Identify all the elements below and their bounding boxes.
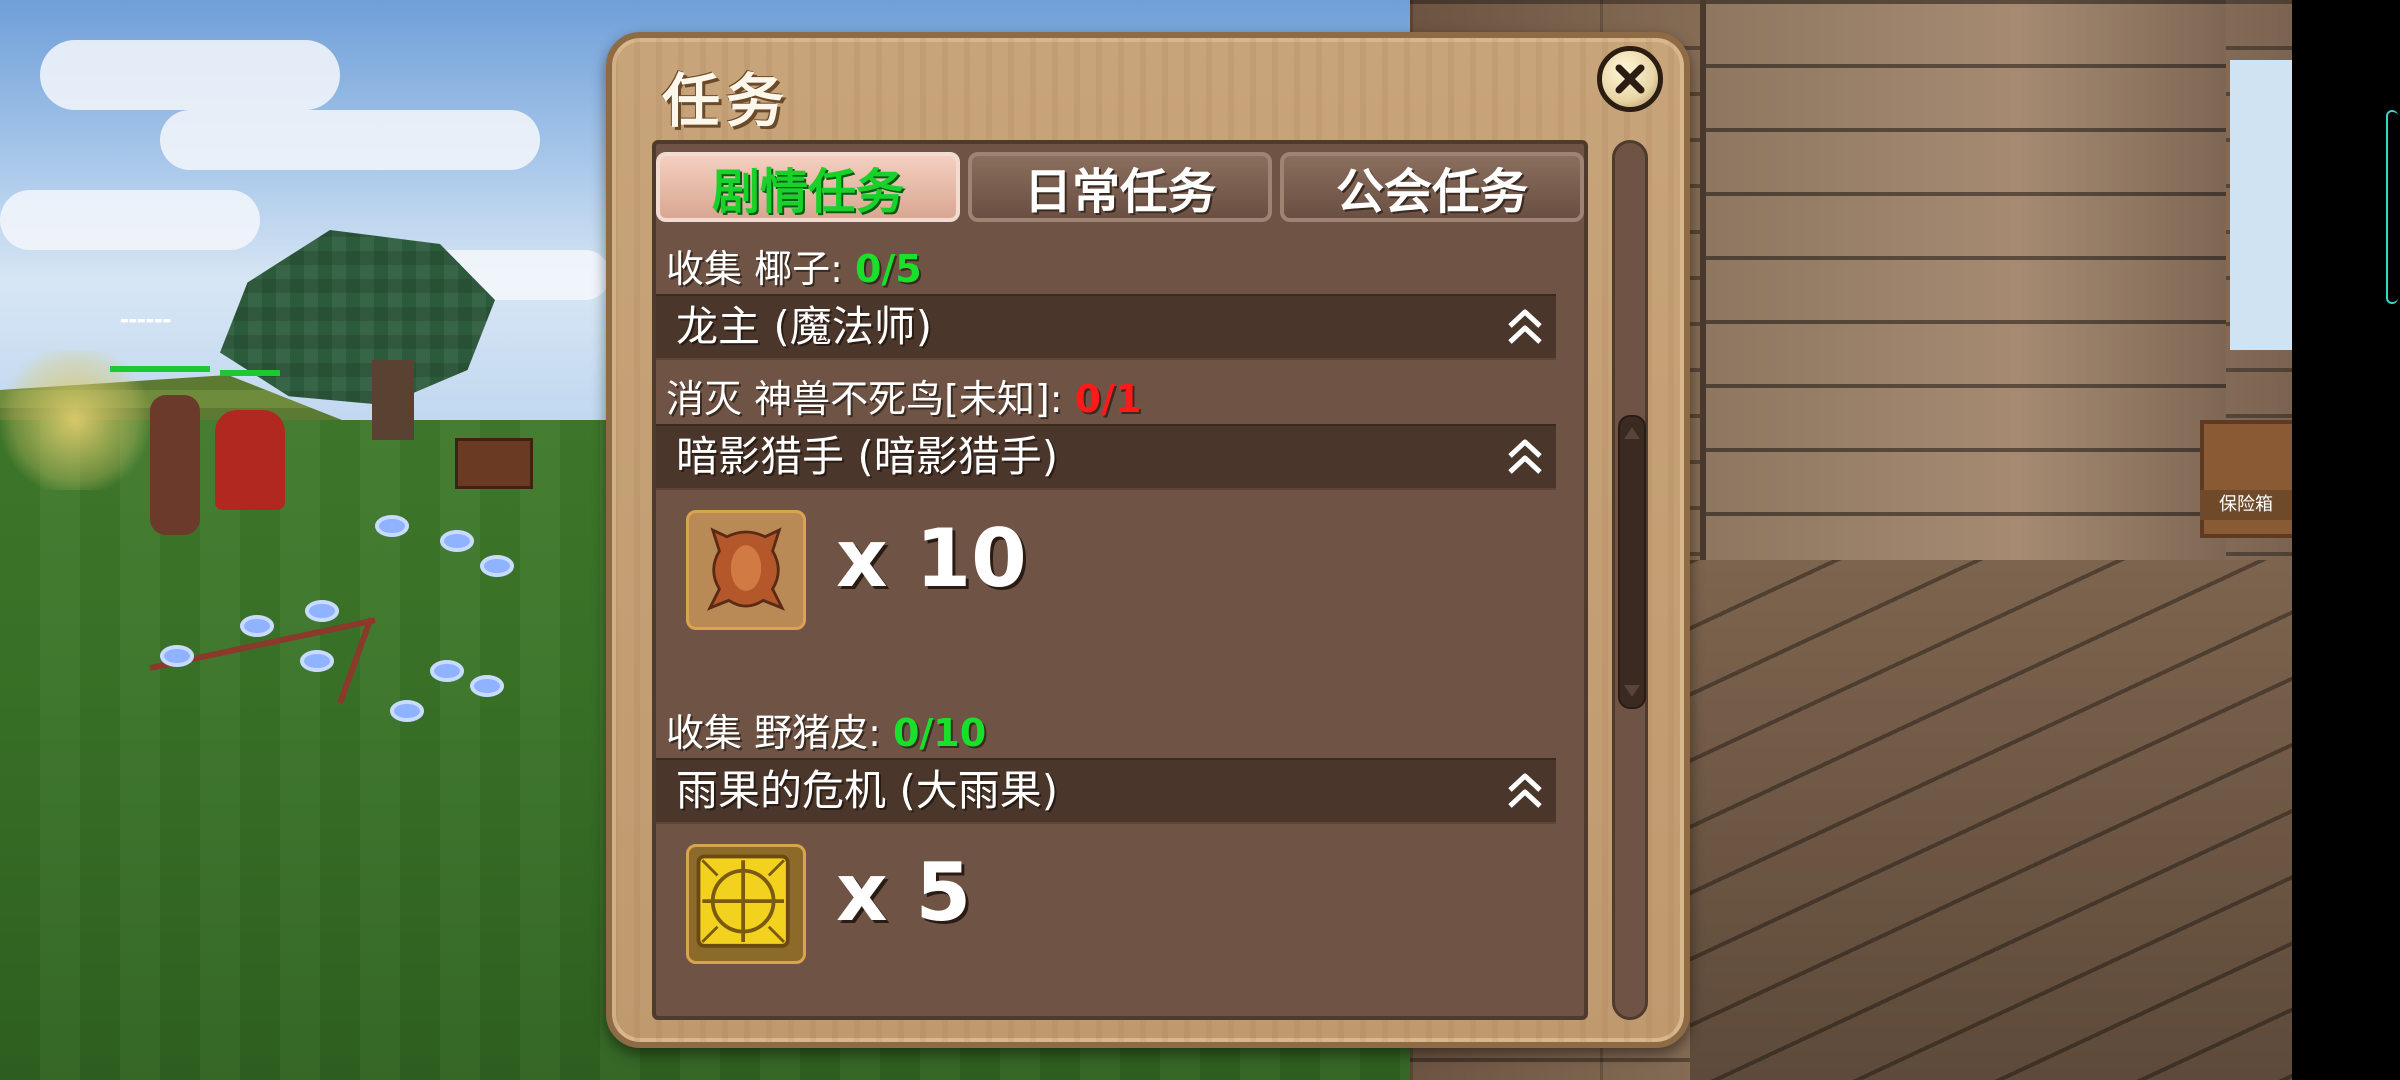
requirement-text: 收集 野猪皮:: [666, 711, 893, 755]
quest-tabs: 剧情任务 日常任务 公会任务: [656, 144, 1584, 222]
flower: [240, 615, 274, 637]
tab-guild-quests[interactable]: 公会任务: [1280, 152, 1584, 222]
safe-chest[interactable]: [2200, 420, 2292, 538]
player-nameplate: ▬▬▬▬▬▬: [120, 316, 172, 326]
gold-tile-icon[interactable]: [686, 844, 806, 964]
animal-hide-icon[interactable]: [686, 510, 806, 630]
flower: [480, 555, 514, 577]
flower: [375, 515, 409, 537]
collapse-chevron-icon[interactable]: [1500, 432, 1550, 482]
flower: [305, 600, 339, 622]
warrior-character[interactable]: [150, 395, 200, 535]
wooden-pillar: [1700, 0, 2226, 610]
close-icon: [1615, 64, 1645, 94]
flower: [440, 530, 474, 552]
sky-gap: [2230, 60, 2292, 350]
tab-daily-quests[interactable]: 日常任务: [968, 152, 1272, 222]
player-hp-bar: [110, 366, 210, 372]
cloud: [0, 190, 260, 250]
quest-requirement: 收集 椰子: 0/5: [666, 238, 922, 293]
red-robed-character[interactable]: [215, 410, 285, 510]
quest-progress: 0/10: [892, 711, 987, 755]
scrollbar[interactable]: [1612, 140, 1648, 1020]
cloud: [160, 110, 540, 170]
requirement-text: 消灭 神兽不死鸟[未知]:: [666, 377, 1075, 421]
scrollbar-thumb[interactable]: [1618, 415, 1646, 709]
tab-story-quests[interactable]: 剧情任务: [656, 152, 960, 222]
requirement-text: 收集 椰子:: [666, 247, 855, 291]
flower: [390, 700, 424, 722]
quest-header-bar[interactable]: 暗影猎手 (暗影猎手): [656, 424, 1556, 490]
reward-count: x 10: [836, 512, 1027, 605]
wooden-floor: [1690, 560, 2292, 1080]
dialog-title: 任务: [662, 67, 791, 135]
scroll-down-arrow-icon: [1624, 685, 1640, 697]
safe-chest-label: 保险箱: [2200, 490, 2292, 520]
collapse-chevron-icon[interactable]: [1500, 766, 1550, 816]
quest-progress: 0/5: [854, 247, 922, 291]
cloud: [40, 40, 340, 110]
quest-progress: 0/1: [1074, 377, 1142, 421]
reward-count: x 5: [836, 846, 972, 939]
flower: [470, 675, 504, 697]
collapse-chevron-icon[interactable]: [1500, 302, 1550, 352]
tree-trunk: [372, 360, 414, 440]
quest-name: 暗影猎手 (暗影猎手): [676, 432, 1059, 481]
side-panel-handle[interactable]: [2386, 110, 2398, 304]
flower: [300, 650, 334, 672]
quest-panel: 剧情任务 日常任务 公会任务 收集 椰子: 0/5 龙主 (魔法师) 消灭 神兽…: [652, 140, 1588, 1020]
flower: [430, 660, 464, 682]
screen-edge-bar: [2292, 0, 2400, 1080]
quest-header-bar[interactable]: 雨果的危机 (大雨果): [656, 758, 1556, 824]
scroll-up-arrow-icon: [1624, 427, 1640, 439]
quest-header-bar[interactable]: 龙主 (魔法师): [656, 294, 1556, 360]
quest-name: 龙主 (魔法师): [676, 302, 933, 351]
quest-requirement: 消灭 神兽不死鸟[未知]: 0/1: [666, 368, 1141, 423]
quest-requirement: 收集 野猪皮: 0/10: [666, 702, 986, 757]
close-button[interactable]: [1597, 46, 1663, 112]
flower: [160, 645, 194, 667]
crate: [455, 438, 533, 489]
quest-name: 雨果的危机 (大雨果): [676, 766, 1059, 815]
quest-dialog: 任务 剧情任务 日常任务 公会任务 收集 椰子: 0/5 龙主 (魔法师) 消灭…: [606, 32, 1690, 1048]
npc-hp-bar: [220, 370, 280, 376]
